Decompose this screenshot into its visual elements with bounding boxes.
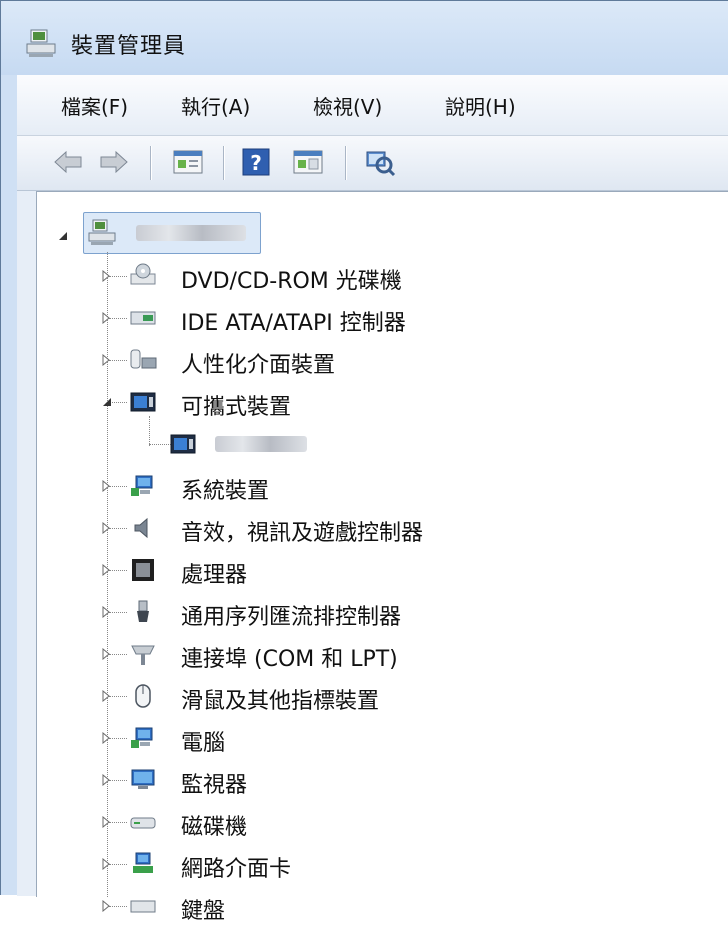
menu-view[interactable]: 檢視(V) (313, 91, 382, 120)
menu-help[interactable]: 說明(H) (445, 91, 516, 120)
expand-arrow-icon[interactable] (101, 774, 113, 786)
tree-item[interactable]: 通用序列匯流排控制器 (129, 592, 689, 632)
tree-item[interactable]: IDE ATA/ATAPI 控制器 (129, 298, 689, 338)
collapse-arrow-icon[interactable] (101, 396, 113, 408)
expand-arrow-icon[interactable] (101, 522, 113, 534)
tree-item-label: 監視器 (181, 773, 248, 798)
keyboard-icon (130, 900, 156, 913)
tree-item[interactable]: 處理器 (129, 550, 689, 590)
expand-arrow-icon[interactable] (101, 690, 113, 702)
expand-arrow-icon[interactable] (101, 312, 113, 324)
svg-text:?: ? (250, 151, 262, 175)
tree-item[interactable]: 系統裝置 (129, 466, 689, 506)
disk-drive-icon (130, 817, 156, 829)
tree-item-label: 磁碟機 (181, 815, 248, 840)
expand-arrow-icon[interactable] (101, 648, 113, 660)
expand-arrow-icon[interactable] (101, 270, 113, 282)
expand-arrow-icon[interactable] (101, 816, 113, 828)
tree-item[interactable]: 人性化介面裝置 (129, 340, 689, 380)
tree-item-label: 處理器 (181, 563, 248, 588)
window-title: 裝置管理員 (71, 34, 187, 59)
device-name-redacted (215, 436, 307, 452)
hid-icon (130, 349, 157, 369)
expand-arrow-icon[interactable] (101, 732, 113, 744)
title-bar[interactable]: 裝置管理員 (1, 1, 728, 75)
speaker-icon (134, 517, 148, 539)
scan-hardware-icon[interactable] (363, 146, 397, 178)
device-manager-icon (26, 29, 56, 57)
monitor-icon (131, 769, 155, 789)
toolbar: ? (17, 136, 728, 191)
toolbar-separator (223, 146, 224, 180)
dvd-drive-icon (130, 263, 156, 285)
tree-item[interactable]: 滑鼠及其他指標裝置 (129, 676, 689, 716)
expand-arrow-icon[interactable] (101, 354, 113, 366)
processor-icon (132, 559, 154, 581)
computer-name-redacted (136, 225, 246, 241)
help-icon[interactable]: ? (239, 146, 273, 178)
ide-controller-icon (130, 311, 156, 325)
tree-item-label: 滑鼠及其他指標裝置 (181, 689, 380, 714)
computer-root-icon (88, 219, 116, 245)
portable-device-icon (130, 392, 156, 412)
tree-item-label: 網路介面卡 (181, 857, 292, 882)
tree-item-label: 電腦 (181, 731, 226, 756)
back-icon[interactable] (51, 146, 85, 178)
menu-bar: 檔案(F) 執行(A) 檢視(V) 說明(H) (17, 75, 728, 136)
expand-arrow-icon[interactable] (101, 858, 113, 870)
device-manager-window: 裝置管理員 檔案(F) 執行(A) 檢視(V) 說明(H) ? DVD/CD-R… (0, 0, 728, 924)
tree-item-label: 人性化介面裝置 (181, 353, 336, 378)
tree-item[interactable]: 電腦 (129, 718, 689, 758)
tree-item[interactable]: 連接埠 (COM 和 LPT) (129, 634, 689, 674)
tree-item-label: 音效，視訊及遊戲控制器 (181, 521, 424, 546)
usb-icon (137, 600, 149, 622)
mouse-icon (135, 684, 151, 708)
toolbar-separator (150, 146, 151, 180)
tree-item[interactable]: 鍵盤 (129, 886, 689, 926)
tree-item-label: IDE ATA/ATAPI 控制器 (181, 311, 406, 336)
tree-item-label: 鍵盤 (181, 899, 226, 924)
tree-item-label: 系統裝置 (181, 479, 270, 504)
tree-line-child (149, 416, 150, 446)
menu-file[interactable]: 檔案(F) (61, 91, 128, 120)
tree-item[interactable]: DVD/CD-ROM 光碟機 (129, 256, 689, 296)
left-margin (17, 191, 36, 896)
forward-icon[interactable] (97, 146, 131, 178)
tree-item[interactable]: 音效，視訊及遊戲控制器 (129, 508, 689, 548)
menu-action[interactable]: 執行(A) (181, 91, 250, 120)
tree-item[interactable]: 監視器 (129, 760, 689, 800)
expand-arrow-icon[interactable] (101, 564, 113, 576)
device-tree[interactable]: DVD/CD-ROM 光碟機 IDE ATA/ATAPI 控制器 人性化介面裝置 可攜… (36, 191, 728, 924)
tree-item[interactable]: 磁碟機 (129, 802, 689, 842)
tree-root[interactable] (83, 212, 261, 254)
tree-item-label: 通用序列匯流排控制器 (181, 605, 402, 630)
toolbar-separator (345, 146, 346, 180)
system-device-icon (131, 475, 153, 496)
expand-arrow-icon[interactable] (101, 480, 113, 492)
tree-item[interactable]: 網路介面卡 (129, 844, 689, 884)
port-icon (131, 645, 155, 665)
action-pane-icon[interactable] (291, 146, 325, 178)
expand-arrow-icon[interactable] (101, 606, 113, 618)
properties-icon[interactable] (171, 146, 205, 178)
network-adapter-icon (133, 852, 153, 873)
expand-arrow-icon[interactable] (101, 900, 113, 912)
tree-child-item[interactable] (169, 424, 689, 464)
portable-device-icon (170, 434, 196, 454)
collapse-arrow-icon[interactable] (57, 230, 69, 242)
computer-icon (131, 727, 153, 748)
tree-item-label: 連接埠 (COM 和 LPT) (181, 647, 398, 672)
tree-item-label: DVD/CD-ROM 光碟機 (181, 269, 402, 294)
tree-item[interactable]: 可攜式裝置 (129, 382, 689, 422)
tree-item-label: 可攜式裝置 (181, 395, 292, 420)
